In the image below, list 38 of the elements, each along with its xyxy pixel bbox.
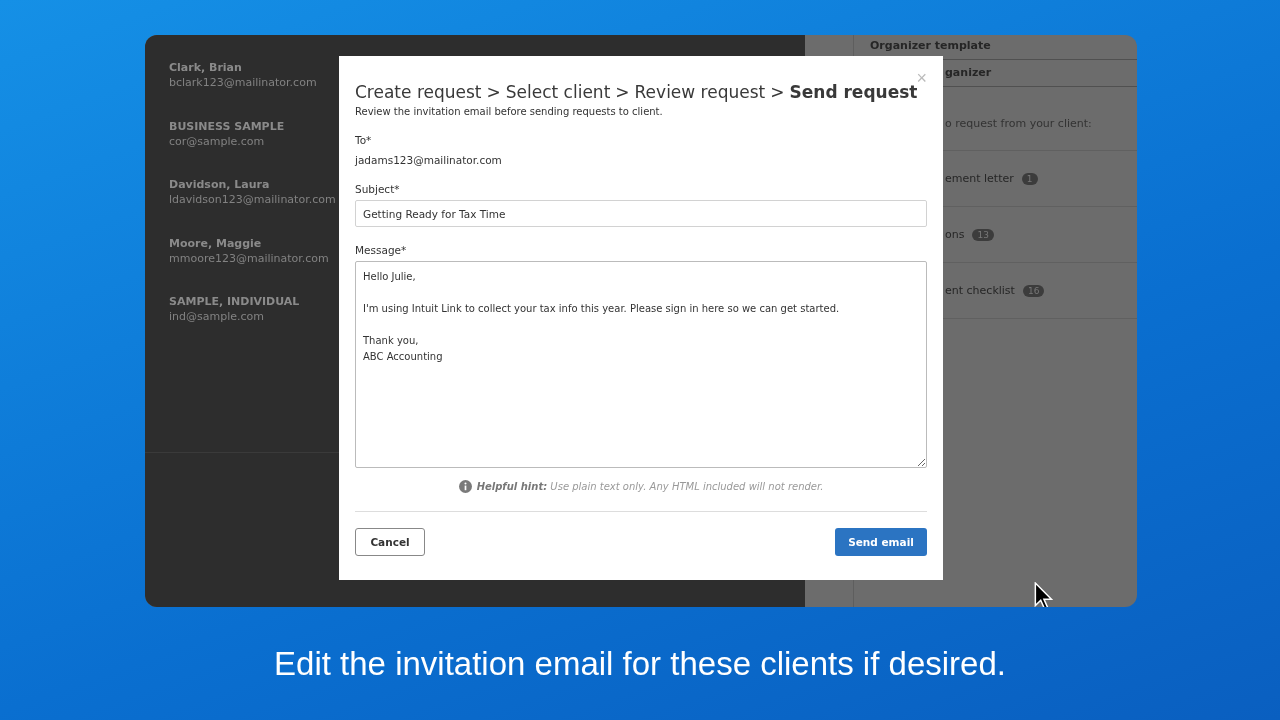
recipient-email: jadams123@mailinator.com — [355, 154, 503, 166]
client-name[interactable]: Moore, Maggie — [169, 236, 262, 250]
breadcrumb-separator: > — [615, 82, 630, 102]
message-label: Message* — [355, 244, 408, 256]
breadcrumb-separator: > — [770, 82, 785, 102]
subject-field[interactable]: Getting Ready for Tax Time — [355, 200, 927, 227]
breadcrumb-step: Select client — [505, 82, 611, 102]
message-field[interactable]: Hello Julie, I'm using Intuit Link to collect your tax info this year. Please sign in here so we can get started. Thank you, ABC Accounting — [355, 261, 927, 468]
client-name[interactable]: SAMPLE, INDIVIDUAL — [169, 295, 300, 308]
client-email: mmoore123@mailinator.com — [169, 251, 329, 265]
caption: Edit the invitation email for these clients if desired. — [273, 645, 1007, 683]
client-name[interactable]: BUSINESS SAMPLE — [169, 119, 285, 133]
count-badge: 1 — [1021, 172, 1038, 185]
client-email: bclark123@mailinator.com — [169, 76, 317, 89]
dialog-subtitle: Review the invitation email before sending requests to client. — [355, 106, 664, 117]
client-email: cor@sample.com — [169, 134, 265, 148]
request-item-label: ement letter — [945, 172, 1014, 185]
breadcrumb-step: Create request — [355, 82, 482, 102]
panel-subheader: ganizer — [945, 66, 992, 79]
request-item-label: ent checklist — [945, 284, 1015, 297]
to-label: To* — [355, 134, 373, 146]
helpful-hint: Helpful hint: Use plain text only. Any HTML included will not render. — [476, 481, 824, 492]
panel-header: Organizer template — [870, 39, 991, 52]
count-badge: 13 — [972, 228, 994, 241]
request-item-label: ons — [945, 228, 965, 241]
subject-label: Subject* — [355, 183, 401, 195]
mouse-pointer-icon — [1034, 582, 1056, 607]
breadcrumb-step: Send request — [789, 82, 918, 102]
breadcrumb-separator: > — [486, 82, 501, 102]
info-icon — [458, 480, 472, 493]
send-button[interactable]: Send email — [835, 528, 927, 556]
count-badge: 16 — [1022, 284, 1045, 297]
client-name[interactable]: Davidson, Laura — [169, 178, 270, 191]
client-name[interactable]: Clark, Brian — [169, 61, 242, 74]
client-email: ind@sample.com — [169, 310, 264, 323]
client-email: ldavidson123@mailinator.com — [169, 193, 336, 206]
breadcrumb-step: Review request — [634, 82, 766, 102]
cancel-button[interactable]: Cancel — [355, 528, 425, 556]
